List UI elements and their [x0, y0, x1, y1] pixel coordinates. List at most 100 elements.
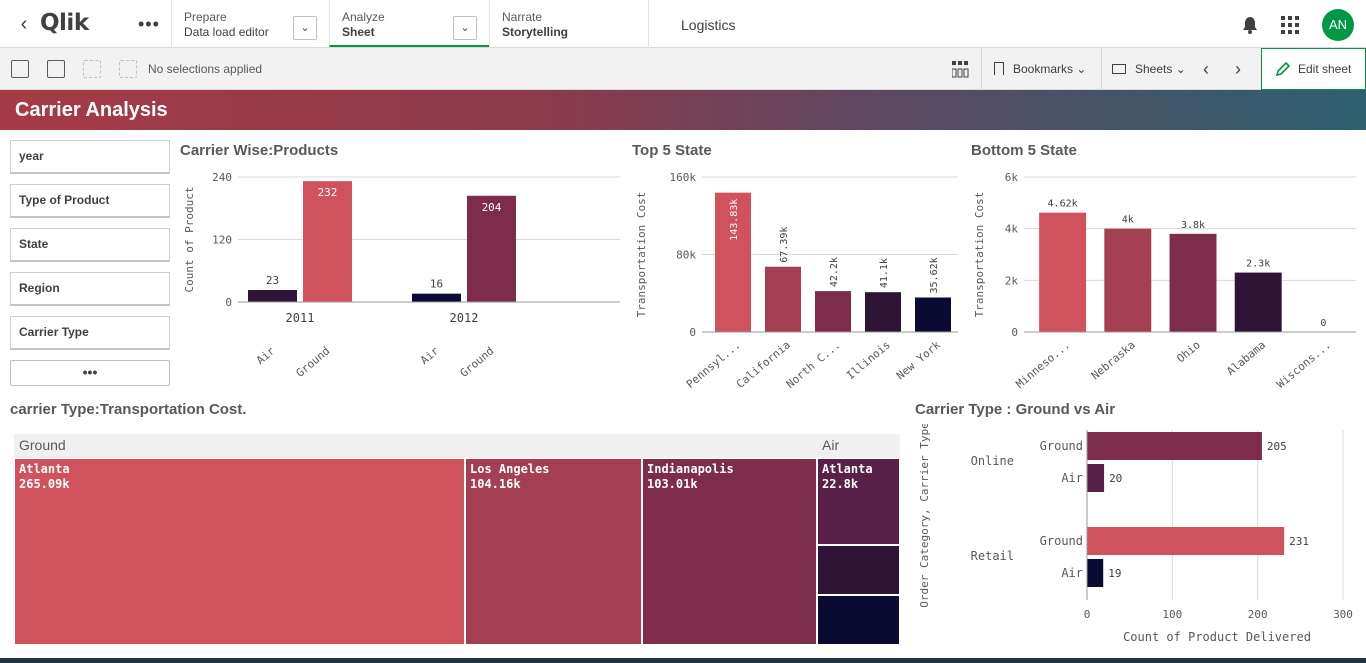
- y-axis-label: Order Category, Carrier Type: [918, 424, 931, 608]
- tab-prepare[interactable]: Prepare Data load editor ⌄: [171, 0, 329, 48]
- y-tick-label: 4k: [1005, 223, 1019, 236]
- sheet-title: Carrier Analysis: [15, 99, 168, 121]
- edit-sheet-button[interactable]: Edit sheet: [1261, 48, 1366, 90]
- treemap-cell[interactable]: Atlanta 22.8k: [817, 458, 900, 545]
- y-tick-label: 80k: [676, 249, 696, 262]
- data-label: 20: [1109, 472, 1122, 485]
- bar: [865, 292, 901, 332]
- y-tick-label: 0: [689, 326, 696, 339]
- transportation-cost-treemap[interactable]: Ground Air Atlanta 265.09k Los Angeles 104…: [14, 434, 900, 645]
- carrier-products-title: Carrier Wise:Products: [180, 142, 339, 159]
- treemap-cell[interactable]: Indianapolis 103.01k: [642, 458, 817, 645]
- top5-state-chart[interactable]: 080k160kTransportation Cost 143.83kPennsy…: [628, 164, 963, 390]
- treemap-cell-value: 103.01k: [647, 477, 698, 491]
- qlik-logo: Qlik: [40, 10, 89, 36]
- x-tick-label: Illinois: [844, 338, 893, 382]
- data-label: 19: [1108, 567, 1121, 580]
- user-avatar[interactable]: AN: [1322, 9, 1354, 41]
- analyze-value: Sheet: [342, 25, 375, 39]
- bar: [1087, 527, 1285, 555]
- treemap-cell-value: 22.8k: [822, 477, 859, 491]
- y-tick-label: 0: [225, 296, 232, 309]
- data-label: 231: [1289, 535, 1309, 548]
- x-tick-label: Alabama: [1224, 338, 1268, 378]
- filter-state[interactable]: State: [10, 228, 170, 262]
- y-axis-label: Transportation Cost: [973, 192, 986, 318]
- treemap-cell[interactable]: Los Angeles 104.16k: [465, 458, 642, 645]
- data-label: 4.62k: [1048, 199, 1078, 210]
- y-tick-label: 240: [212, 171, 232, 184]
- clear-selections-icon: [119, 60, 137, 78]
- x-tick-label: New York: [894, 338, 943, 382]
- back-icon[interactable]: ‹: [12, 12, 36, 36]
- filter-region[interactable]: Region: [10, 272, 170, 306]
- bar: [815, 291, 851, 332]
- grid-layout-icon[interactable]: [952, 61, 969, 78]
- app-title: Logistics: [681, 17, 736, 33]
- treemap-cell[interactable]: [817, 595, 900, 645]
- y-tick-label: 120: [212, 234, 232, 247]
- filter-type-of-product[interactable]: Type of Product: [10, 184, 170, 218]
- previous-sheet-icon[interactable]: ‹: [1203, 59, 1209, 80]
- sheets-label: Sheets: [1135, 62, 1173, 76]
- analyze-label: Analyze: [342, 10, 385, 24]
- y-tick-label: 160k: [670, 171, 697, 184]
- more-options-icon[interactable]: •••: [138, 12, 160, 36]
- ground-vs-air-chart[interactable]: 0 100 200 300 Count of Product Delivered Orde…: [912, 424, 1362, 650]
- bar: [412, 293, 461, 302]
- bar: [1234, 272, 1282, 332]
- prepare-dropdown-icon[interactable]: ⌄: [293, 16, 317, 40]
- bottom-bar: [0, 658, 1366, 663]
- tab-narrate[interactable]: Narrate Storytelling: [489, 0, 649, 48]
- data-label: 4k: [1122, 215, 1134, 226]
- group-label: Online: [971, 454, 1014, 468]
- more-filters-button[interactable]: •••: [10, 360, 170, 386]
- bar: [303, 181, 352, 302]
- bookmark-icon: [994, 62, 1004, 75]
- x-category-label: 2011: [286, 311, 315, 325]
- data-label: 67.39k: [779, 227, 790, 263]
- treemap-group-air: Air: [817, 434, 900, 458]
- x-tick-label: 100: [1162, 608, 1182, 621]
- next-sheet-icon[interactable]: ›: [1235, 59, 1241, 80]
- narrate-value: Storytelling: [502, 25, 569, 39]
- tab-analyze[interactable]: Analyze Sheet ⌄: [329, 0, 489, 47]
- data-label: 204: [482, 201, 502, 214]
- y-tick-label: 6k: [1005, 171, 1019, 184]
- apps-grid-icon[interactable]: [1281, 16, 1299, 34]
- edit-sheet-label: Edit sheet: [1298, 62, 1352, 76]
- notification-bell-icon[interactable]: [1241, 16, 1259, 34]
- ground-vs-air-title: Carrier Type : Ground vs Air: [915, 401, 1116, 418]
- smart-search-icon[interactable]: [11, 60, 29, 78]
- qlik-logo-text: Qlik: [40, 10, 89, 36]
- y-tick-label: 2k: [1005, 274, 1019, 287]
- bar-category-label: Ground: [1040, 439, 1083, 453]
- x-tick-label: Wiscons...: [1274, 338, 1333, 390]
- bookmarks-button[interactable]: Bookmarks ⌄: [981, 48, 1101, 90]
- bookmarks-label: Bookmarks: [1013, 62, 1074, 76]
- y-axis-label: Transportation Cost: [635, 192, 648, 318]
- sheets-button[interactable]: Sheets ⌄: [1101, 48, 1196, 90]
- filter-carrier-type[interactable]: Carrier Type: [10, 316, 170, 350]
- x-tick-label: 200: [1248, 608, 1268, 621]
- prepare-value: Data load editor: [184, 25, 269, 39]
- bookmarks-chevron-icon: ⌄: [1076, 62, 1087, 76]
- filter-year[interactable]: year: [10, 140, 170, 174]
- pencil-icon: [1276, 62, 1290, 76]
- sheets-icon: [1112, 64, 1126, 74]
- bar: [1087, 559, 1104, 587]
- data-label: 0: [1320, 318, 1326, 329]
- treemap-cell[interactable]: Atlanta 265.09k: [14, 458, 465, 645]
- bottom5-state-chart[interactable]: 0 2k 4k 6k Transportation Cost 4.62k Minneso..…: [966, 164, 1362, 390]
- bar: [1087, 432, 1262, 460]
- prepare-label: Prepare: [184, 10, 227, 24]
- bar-category-label: Air: [1061, 566, 1083, 580]
- selections-tool-icon[interactable]: [47, 60, 65, 78]
- x-tick-label: 300: [1333, 608, 1353, 621]
- treemap-cell[interactable]: [817, 545, 900, 595]
- x-tick-label: 0: [1084, 608, 1091, 621]
- x-tick-label: Ground: [458, 344, 497, 380]
- analyze-dropdown-icon[interactable]: ⌄: [453, 16, 477, 40]
- narrate-label: Narrate: [502, 10, 543, 24]
- carrier-products-chart[interactable]: 0 120 240 Count of Product 23 Air 232 Ground 201…: [176, 164, 626, 390]
